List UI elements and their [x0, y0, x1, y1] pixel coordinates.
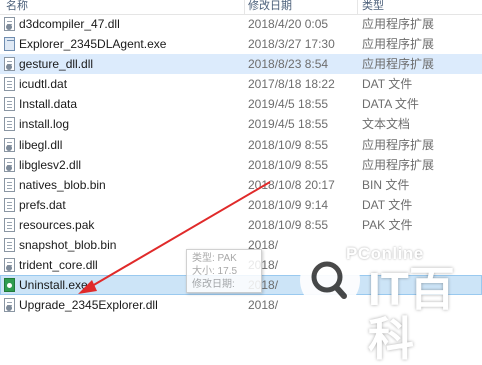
- arrow-head: [78, 280, 97, 294]
- arrow-shaft: [91, 181, 271, 287]
- watermark-brand: IT百科: [368, 263, 455, 365]
- pconline-watermark: PConline IT百科: [296, 240, 482, 364]
- watermark-site-name: PConline: [346, 244, 424, 263]
